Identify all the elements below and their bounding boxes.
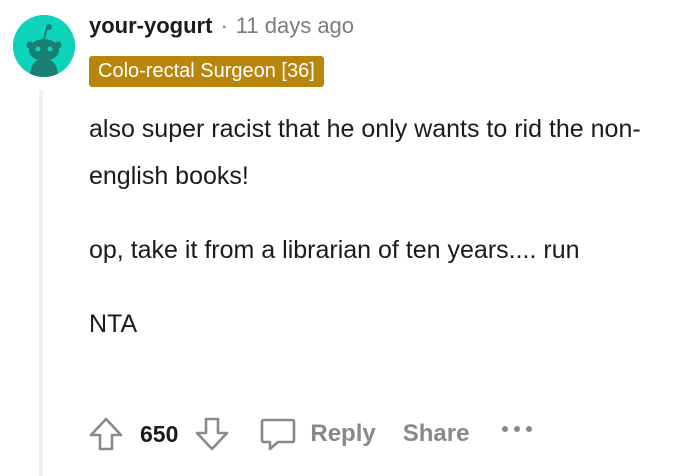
username[interactable]: your-yogurt	[89, 13, 212, 39]
comment-actions: 650 Reply Share	[86, 410, 535, 458]
user-flair: Colo-rectal Surgeon [36]	[89, 56, 324, 87]
user-avatar-icon[interactable]	[13, 15, 75, 77]
meta-separator: ·	[220, 13, 228, 38]
comment-meta: your-yogurt · 11 days ago	[89, 11, 354, 41]
thread-line[interactable]	[39, 90, 43, 476]
upvote-arrow-icon[interactable]	[86, 414, 126, 454]
downvote-arrow-icon[interactable]	[192, 414, 232, 454]
timestamp[interactable]: 11 days ago	[236, 13, 354, 39]
comment-body: also super racist that he only wants to …	[89, 106, 689, 375]
speech-bubble-icon	[258, 414, 298, 454]
comment-paragraph: op, take it from a librarian of ten year…	[89, 236, 580, 264]
more-options-icon[interactable]	[499, 423, 535, 435]
reply-label: Reply	[310, 420, 376, 447]
comment-paragraph: also super racist that he only wants to …	[89, 115, 641, 190]
share-button[interactable]: Share	[403, 420, 470, 448]
vote-score: 650	[140, 420, 179, 447]
reply-button[interactable]: Reply	[258, 414, 376, 454]
comment-paragraph: NTA	[89, 310, 138, 338]
comment: your-yogurt · 11 days ago Colo-rectal Su…	[0, 0, 700, 476]
